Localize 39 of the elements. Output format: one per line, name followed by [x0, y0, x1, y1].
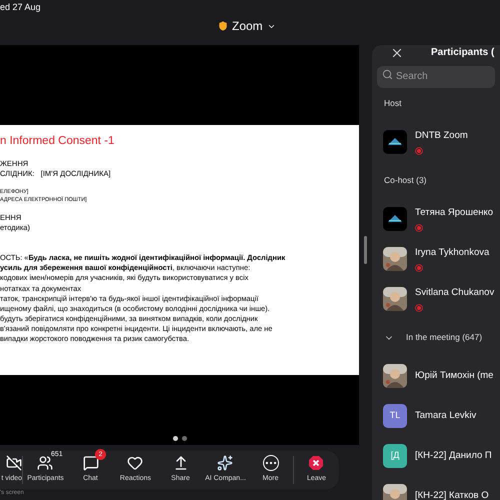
search-field[interactable]: Search: [377, 66, 495, 88]
participant-name: Svitlana Chukanov: [415, 286, 494, 300]
logo-avatar: [383, 207, 407, 231]
participant-name: [КН-22] Катков О: [415, 488, 489, 500]
participant-name: Iryna Tykhonkova: [415, 246, 490, 260]
people-icon: [37, 455, 54, 472]
chat-icon: [82, 455, 98, 472]
participant-row[interactable]: [КН-22] Катков О: [372, 476, 500, 500]
meeting-title: Zoom: [232, 18, 263, 35]
more-icon: [262, 455, 278, 472]
participant-row[interactable]: DNTB Zoom: [372, 122, 500, 162]
section-header: In the meeting (647): [406, 331, 482, 344]
participant-row[interactable]: Iryna Tykhonkova: [372, 239, 500, 279]
participant-row[interactable]: [Д [КН-22] Данило П: [372, 436, 500, 476]
status-date: ed 27 Aug: [0, 1, 41, 14]
resize-handle[interactable]: [364, 236, 367, 264]
sparkle-icon: [217, 455, 234, 472]
participant-row[interactable]: Тетяна Ярошенко: [372, 199, 500, 239]
section-header: Host: [384, 97, 402, 110]
shield-icon: [218, 21, 228, 31]
participant-row[interactable]: Юрій Тимохін (me: [372, 356, 500, 396]
initials-avatar: [Д: [383, 444, 407, 468]
section-header: Co-host (3): [384, 174, 427, 187]
slide-title: n Informed Consent -1: [0, 134, 116, 149]
participant-name: Tamara Levkiv: [415, 408, 476, 423]
participant-row[interactable]: Svitlana Chukanov: [372, 279, 500, 319]
participant-name: Юрій Тимохін (me: [415, 368, 494, 383]
search-icon: [382, 68, 393, 80]
leave-icon: [308, 455, 324, 472]
logo-avatar: [383, 130, 407, 154]
panel-title: Participants (: [431, 46, 494, 60]
share-icon: [172, 455, 188, 472]
participant-name: [КН-22] Данило П: [415, 448, 492, 463]
participant-row[interactable]: TL Tamara Levkiv: [372, 396, 500, 436]
participant-name: DNTB Zoom: [415, 129, 468, 144]
heart-icon: [127, 455, 144, 472]
participant-name: Тетяна Ярошенко: [415, 206, 494, 220]
video-off-icon: [6, 455, 22, 472]
initials-avatar: TL: [383, 404, 407, 428]
